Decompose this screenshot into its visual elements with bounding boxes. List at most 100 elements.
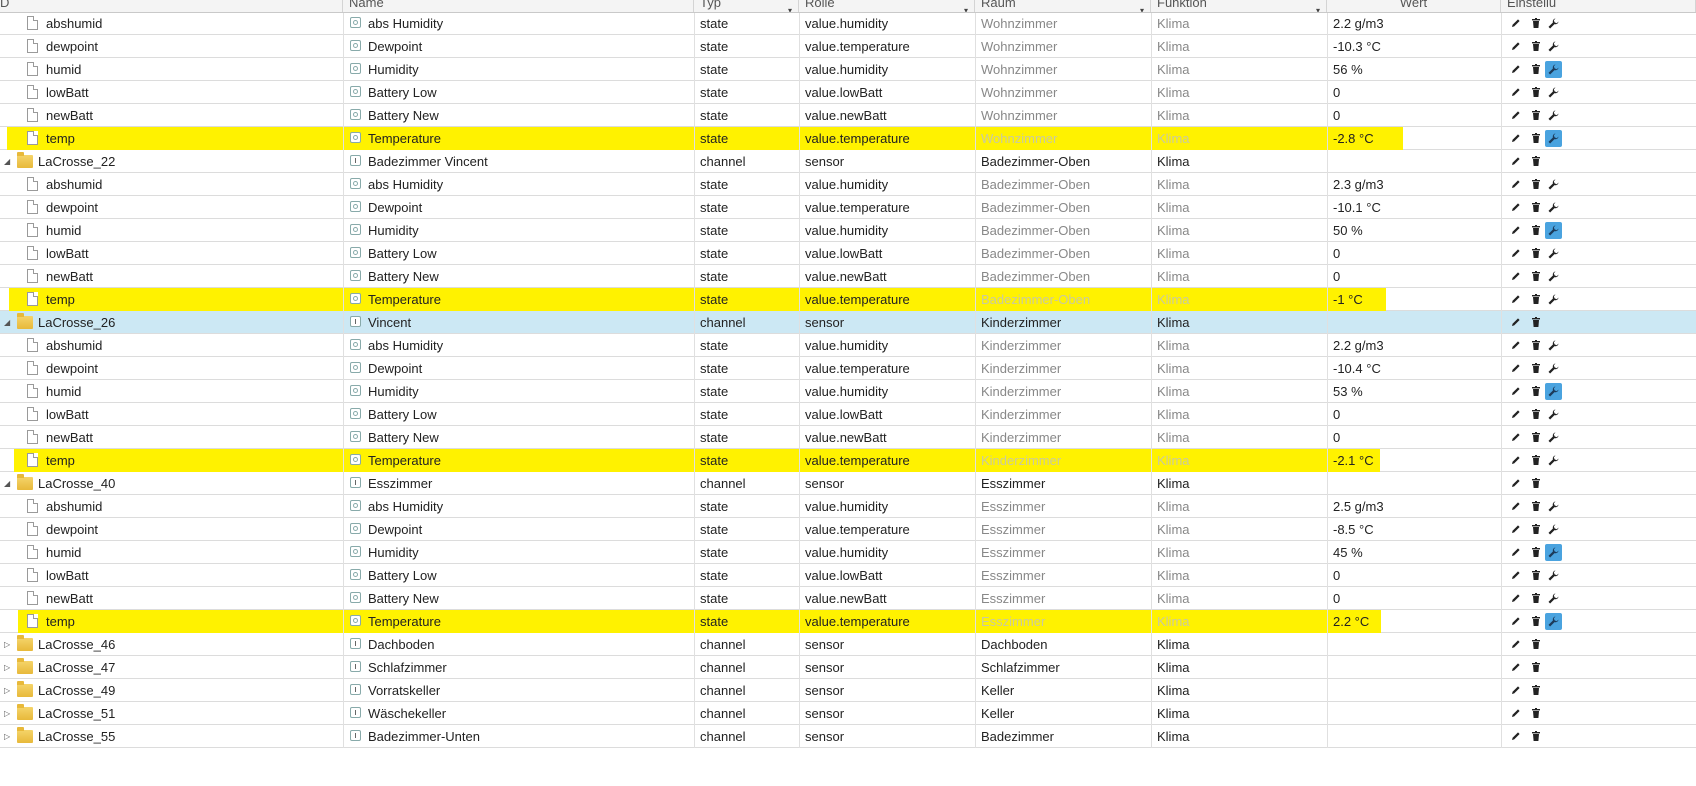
state-row[interactable]: abshumid abs Humidity state value.humidity K… [0,334,1696,357]
settings-wrench-icon[interactable] [1545,245,1562,262]
object-id[interactable]: LaCrosse_26 [32,311,343,334]
delete-trash-icon[interactable] [1527,659,1544,676]
edit-pencil-icon[interactable] [1507,337,1524,354]
sort-arrow-icon[interactable]: ▾ [964,1,968,12]
object-id[interactable]: abshumid [40,334,343,357]
settings-wrench-icon[interactable] [1545,498,1562,515]
collapse-arrow-icon[interactable]: ◢ [4,311,14,334]
settings-wrench-icon[interactable] [1545,429,1562,446]
column-header-func[interactable]: Funktion ▾ [1151,0,1327,12]
edit-pencil-icon[interactable] [1507,498,1524,515]
delete-trash-icon[interactable] [1527,590,1544,607]
object-id[interactable]: LaCrosse_40 [32,472,343,495]
edit-pencil-icon[interactable] [1507,314,1524,331]
edit-pencil-icon[interactable] [1507,153,1524,170]
edit-pencil-icon[interactable] [1507,613,1524,630]
settings-wrench-icon[interactable] [1545,268,1562,285]
edit-pencil-icon[interactable] [1507,636,1524,653]
object-id[interactable]: dewpoint [40,518,343,541]
column-header-role[interactable]: Rolle ▾ [799,0,975,12]
delete-trash-icon[interactable] [1527,222,1544,239]
edit-pencil-icon[interactable] [1507,544,1524,561]
object-id[interactable]: temp [40,288,343,311]
edit-pencil-icon[interactable] [1507,406,1524,423]
settings-wrench-icon[interactable] [1545,337,1562,354]
delete-trash-icon[interactable] [1527,521,1544,538]
settings-wrench-icon[interactable] [1545,15,1562,32]
channel-row[interactable]: ◢ LaCrosse_40 Esszimmer channel sensor Esszim… [0,472,1696,495]
edit-pencil-icon[interactable] [1507,429,1524,446]
state-row[interactable]: lowBatt Battery Low state value.lowBatt Bade… [0,242,1696,265]
object-id[interactable]: LaCrosse_51 [32,702,343,725]
expand-arrow-icon[interactable]: ▷ [4,633,14,656]
edit-pencil-icon[interactable] [1507,268,1524,285]
channel-row[interactable]: ▷ LaCrosse_51 Wäschekeller channel sensor Kel… [0,702,1696,725]
edit-pencil-icon[interactable] [1507,291,1524,308]
object-id[interactable]: temp [40,610,343,633]
settings-wrench-icon[interactable] [1545,199,1562,216]
object-id[interactable]: LaCrosse_55 [32,725,343,748]
edit-pencil-icon[interactable] [1507,245,1524,262]
object-id[interactable]: dewpoint [40,357,343,380]
delete-trash-icon[interactable] [1527,613,1544,630]
edit-pencil-icon[interactable] [1507,222,1524,239]
delete-trash-icon[interactable] [1527,383,1544,400]
state-row[interactable]: dewpoint Dewpoint state value.temperature Es… [0,518,1696,541]
object-id[interactable]: LaCrosse_22 [32,150,343,173]
channel-row[interactable]: ◢ LaCrosse_22 Badezimmer Vincent channel sen… [0,150,1696,173]
delete-trash-icon[interactable] [1527,406,1544,423]
delete-trash-icon[interactable] [1527,176,1544,193]
edit-pencil-icon[interactable] [1507,107,1524,124]
settings-wrench-icon[interactable] [1545,452,1562,469]
settings-wrench-icon[interactable] [1545,176,1562,193]
object-id[interactable]: lowBatt [40,564,343,587]
delete-trash-icon[interactable] [1527,498,1544,515]
state-row[interactable]: newBatt Battery New state value.newBatt Kind… [0,426,1696,449]
state-row[interactable]: temp Temperature state value.temperature Bad… [0,288,1696,311]
settings-wrench-icon[interactable] [1545,61,1562,78]
object-id[interactable]: LaCrosse_47 [32,656,343,679]
expand-arrow-icon[interactable]: ▷ [4,656,14,679]
delete-trash-icon[interactable] [1527,291,1544,308]
delete-trash-icon[interactable] [1527,130,1544,147]
expand-arrow-icon[interactable]: ▷ [4,679,14,702]
state-row[interactable]: abshumid abs Humidity state value.humidity E… [0,495,1696,518]
state-row[interactable]: newBatt Battery New state value.newBatt Wohn… [0,104,1696,127]
state-row[interactable]: abshumid abs Humidity state value.humidity B… [0,173,1696,196]
object-id[interactable]: humid [40,541,343,564]
channel-row[interactable]: ▷ LaCrosse_55 Badezimmer-Unten channel senso… [0,725,1696,748]
settings-wrench-icon[interactable] [1545,521,1562,538]
state-row[interactable]: newBatt Battery New state value.newBatt Bade… [0,265,1696,288]
object-id[interactable]: temp [40,127,343,150]
collapse-arrow-icon[interactable]: ◢ [4,472,14,495]
state-row[interactable]: dewpoint Dewpoint state value.temperature Ba… [0,196,1696,219]
object-id[interactable]: newBatt [40,265,343,288]
settings-wrench-icon[interactable] [1545,590,1562,607]
edit-pencil-icon[interactable] [1507,130,1524,147]
object-id[interactable]: LaCrosse_49 [32,679,343,702]
object-id[interactable]: newBatt [40,104,343,127]
object-id[interactable]: newBatt [40,426,343,449]
delete-trash-icon[interactable] [1527,452,1544,469]
state-row[interactable]: humid Humidity state value.humidity Kinderzi… [0,380,1696,403]
column-header-value[interactable]: Wert [1327,0,1501,12]
expand-arrow-icon[interactable]: ▷ [4,725,14,748]
delete-trash-icon[interactable] [1527,636,1544,653]
sort-arrow-icon[interactable]: ▾ [1316,1,1320,12]
delete-trash-icon[interactable] [1527,15,1544,32]
delete-trash-icon[interactable] [1527,84,1544,101]
state-row[interactable]: lowBatt Battery Low state value.lowBatt Essz… [0,564,1696,587]
edit-pencil-icon[interactable] [1507,682,1524,699]
delete-trash-icon[interactable] [1527,61,1544,78]
edit-pencil-icon[interactable] [1507,659,1524,676]
edit-pencil-icon[interactable] [1507,176,1524,193]
delete-trash-icon[interactable] [1527,268,1544,285]
settings-wrench-icon[interactable] [1545,360,1562,377]
object-id[interactable]: lowBatt [40,81,343,104]
state-row[interactable]: temp Temperature state value.temperature Ess… [0,610,1696,633]
state-row[interactable]: dewpoint Dewpoint state value.temperature Ki… [0,357,1696,380]
settings-wrench-icon[interactable] [1545,544,1562,561]
sort-arrow-icon[interactable]: ▾ [1140,1,1144,12]
column-header-name[interactable]: Name [343,0,694,12]
channel-row[interactable]: ▷ LaCrosse_46 Dachboden channel sensor Dachbo… [0,633,1696,656]
